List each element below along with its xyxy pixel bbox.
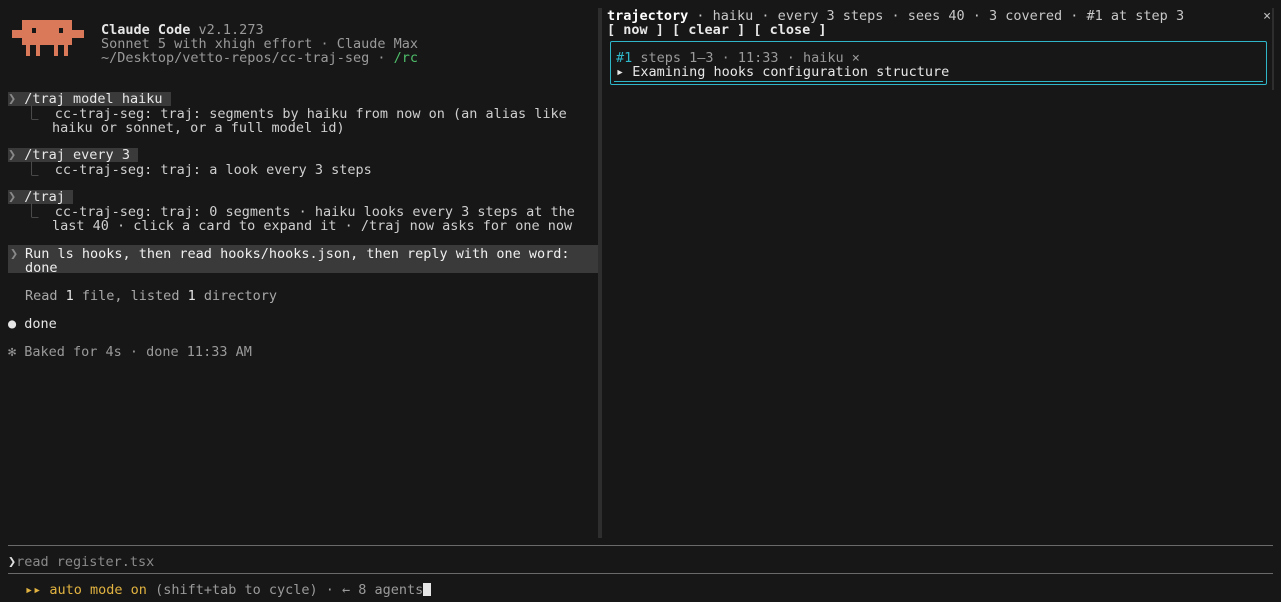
directory-count: 1	[187, 288, 196, 304]
command-text: /traj model haiku	[24, 91, 171, 107]
tool-summary-prefix: Read	[25, 288, 66, 304]
status-bar: ▸▸ auto mode on (shift+tab to cycle) · ←…	[25, 582, 432, 598]
conversation-pane: Claude Code v2.1.273 Sonnet 5 with xhigh…	[0, 0, 598, 540]
reply-elbow-icon: ⎿	[25, 106, 55, 122]
command-reply-3-cont: last 40 · click a card to expand it · /t…	[52, 218, 573, 234]
working-directory: ~/Desktop/vetto-repos/cc-traj-seg · /rc	[101, 51, 418, 65]
auto-mode-toggle[interactable]: auto mode on	[49, 582, 147, 598]
tool-summary-suffix: directory	[195, 288, 277, 304]
claude-mascot-icon	[12, 20, 84, 56]
response-text: done	[24, 316, 57, 332]
input-chevron-icon: ❯	[8, 554, 17, 570]
input-placeholder: read register.tsx	[16, 554, 155, 570]
file-count: 1	[65, 288, 74, 304]
prompt-chevron-icon: ❯	[8, 189, 17, 205]
user-command-3: ❯ /traj	[8, 189, 74, 205]
command-reply-1: ⎿ cc-traj-seg: traj: segments by haiku f…	[25, 107, 567, 121]
tool-summary[interactable]: Read 1 file, listed 1 directory	[25, 289, 277, 303]
user-prompt: ❯ Run ls hooks, then read hooks/hooks.js…	[8, 245, 598, 276]
remote-control-link[interactable]: /rc	[394, 50, 418, 66]
close-icon[interactable]: ×	[1263, 9, 1271, 23]
completion-status: ✻ Baked for 4s · done 11:33 AM	[8, 344, 252, 360]
command-text: /traj	[24, 189, 74, 205]
trajectory-panel: trajectory · haiku · every 3 steps · see…	[605, 8, 1274, 90]
prompt-text-line1: Run ls hooks, then read hooks/hooks.json…	[25, 246, 570, 262]
status-hint: (shift+tab to cycle) · ← 8 agents	[146, 582, 424, 598]
path-text: ~/Desktop/vetto-repos/cc-traj-seg ·	[101, 50, 394, 66]
prompt-chevron-icon: ❯	[8, 147, 17, 163]
input-top-border	[8, 545, 1273, 546]
text-cursor	[423, 583, 432, 596]
segment-summary: ▸ Examining hooks configuration structur…	[616, 64, 950, 80]
response-bullet-icon: ●	[8, 316, 17, 332]
clear-button[interactable]: [ clear ]	[672, 22, 745, 38]
now-button[interactable]: [ now ]	[607, 22, 664, 38]
user-command-1: ❯ /traj model haiku	[8, 92, 171, 106]
command-reply-3: ⎿ cc-traj-seg: traj: 0 segments · haiku …	[25, 205, 575, 219]
user-command-2: ❯ /traj every 3	[8, 147, 139, 163]
command-reply-1-cont: haiku or sonnet, or a full model id)	[52, 120, 345, 136]
segment-card-title: #1 steps 1–3 · 11:33 · haiku ×	[616, 51, 860, 65]
command-reply-2: ⎿ cc-traj-seg: traj: a look every 3 step…	[25, 163, 372, 177]
assistant-response: ● done	[8, 317, 57, 331]
prompt-text-line2: done	[25, 260, 58, 276]
reply-elbow-icon: ⎿	[25, 162, 55, 178]
card-underline	[614, 81, 1263, 82]
model-line: Sonnet 5 with xhigh effort · Claude Max	[101, 36, 418, 52]
close-button[interactable]: [ close ]	[753, 22, 826, 38]
app-title: Claude Code v2.1.273	[101, 23, 264, 37]
trajectory-header: trajectory · haiku · every 3 steps · see…	[607, 9, 1184, 23]
prompt-chevron-icon: ❯	[10, 246, 19, 262]
pane-divider[interactable]	[598, 8, 602, 538]
fast-forward-icon: ▸▸	[25, 582, 42, 598]
reply-text: cc-traj-seg: traj: a look every 3 steps	[54, 162, 372, 178]
command-text: /traj every 3	[24, 147, 139, 163]
input-bottom-border	[8, 573, 1273, 574]
reply-elbow-icon: ⎿	[25, 204, 55, 220]
prompt-input[interactable]: ❯read register.tsx	[8, 555, 154, 569]
trajectory-actions: [ now ] [ clear ] [ close ]	[607, 23, 827, 37]
tool-summary-mid: file, listed	[73, 288, 188, 304]
segment-card[interactable]: #1 steps 1–3 · 11:33 · haiku × ▸ Examini…	[610, 41, 1267, 85]
prompt-chevron-icon: ❯	[8, 91, 17, 107]
